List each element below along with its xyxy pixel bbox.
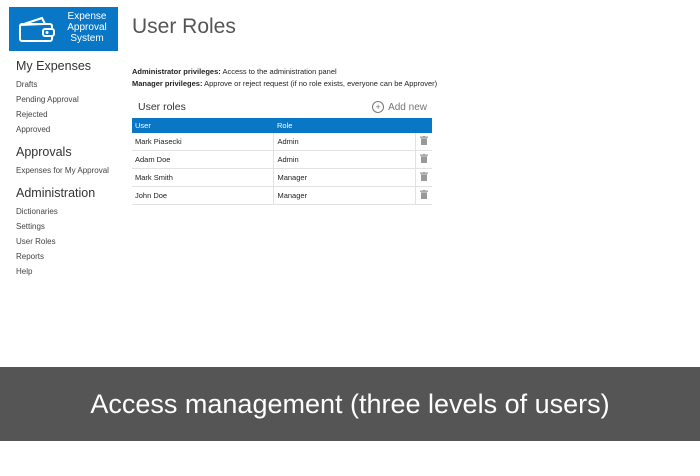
cell-role[interactable]: Admin	[273, 133, 416, 151]
sidebar-item-settings[interactable]: Settings	[16, 219, 120, 234]
app-logo[interactable]: Expense Approval System	[9, 7, 118, 51]
sidebar-section-approvals: Approvals Expenses for My Approval	[16, 145, 120, 178]
wallet-icon	[19, 16, 55, 42]
section-title-approvals: Approvals	[16, 145, 72, 159]
sidebar-item-dictionaries[interactable]: Dictionaries	[16, 204, 120, 219]
sidebar-item-drafts[interactable]: Drafts	[16, 77, 120, 92]
table-row: John Doe Manager	[132, 186, 432, 205]
sidebar: My Expenses Drafts Pending Approval Reje…	[16, 59, 120, 287]
plus-circle-icon: +	[372, 101, 385, 113]
add-new-label: Add new	[388, 101, 427, 113]
admin-privileges-text: Access to the administration panel	[222, 67, 337, 76]
cell-user[interactable]: Adam Doe	[132, 150, 275, 169]
cell-role[interactable]: Manager	[273, 186, 416, 205]
admin-privileges: Administrator privileges: Access to the …	[132, 66, 437, 78]
user-roles-title: User roles	[138, 101, 186, 113]
table-row: Mark Smith Manager	[132, 168, 432, 187]
table-row: Mark Piasecki Admin	[132, 133, 432, 151]
trash-icon[interactable]	[419, 154, 428, 165]
column-header-role: Role	[273, 118, 432, 133]
cell-user[interactable]: Mark Piasecki	[132, 133, 275, 151]
page-title: User Roles	[132, 15, 236, 38]
sidebar-item-expenses-for-my-approval[interactable]: Expenses for My Approval	[16, 163, 120, 178]
privileges-description: Administrator privileges: Access to the …	[132, 66, 437, 90]
sidebar-item-user-roles[interactable]: User Roles	[16, 234, 120, 249]
sidebar-item-rejected[interactable]: Rejected	[16, 107, 120, 122]
admin-privileges-label: Administrator privileges:	[132, 67, 221, 76]
section-title-my-expenses: My Expenses	[16, 59, 92, 73]
cell-user[interactable]: Mark Smith	[132, 168, 275, 187]
caption-text: Access management (three levels of users…	[90, 388, 610, 419]
trash-icon[interactable]	[419, 136, 428, 147]
cell-user[interactable]: John Doe	[132, 186, 275, 205]
add-new-button[interactable]: + Add new	[372, 101, 427, 113]
manager-privileges-text: Approve or reject request (if no role ex…	[204, 79, 438, 88]
cell-role[interactable]: Manager	[273, 168, 416, 187]
sidebar-section-my-expenses: My Expenses Drafts Pending Approval Reje…	[16, 59, 120, 137]
sidebar-item-pending-approval[interactable]: Pending Approval	[16, 92, 120, 107]
manager-privileges: Manager privileges: Approve or reject re…	[132, 78, 437, 90]
caption-banner: Access management (three levels of users…	[0, 367, 700, 441]
trash-icon[interactable]	[419, 172, 428, 183]
manager-privileges-label: Manager privileges:	[132, 79, 203, 88]
app-name-line3: System	[70, 33, 104, 44]
app-name: Expense Approval System	[61, 11, 113, 44]
app-name-line1: Expense	[67, 11, 107, 22]
sidebar-item-reports[interactable]: Reports	[16, 249, 120, 264]
table-row: Adam Doe Admin	[132, 150, 432, 169]
cell-role[interactable]: Admin	[273, 150, 416, 169]
sidebar-item-approved[interactable]: Approved	[16, 122, 120, 137]
sidebar-item-help[interactable]: Help	[16, 264, 120, 279]
sidebar-section-administration: Administration Dictionaries Settings Use…	[16, 186, 120, 279]
section-title-administration: Administration	[16, 186, 96, 200]
user-roles-header: User roles + Add new	[132, 101, 432, 117]
column-header-user: User	[132, 118, 274, 133]
table-header-row: User Role	[132, 118, 432, 133]
app-name-line2: Approval	[67, 22, 107, 33]
trash-icon[interactable]	[419, 190, 428, 201]
user-roles-table: User Role Mark Piasecki Admin Adam Doe A…	[132, 118, 432, 205]
